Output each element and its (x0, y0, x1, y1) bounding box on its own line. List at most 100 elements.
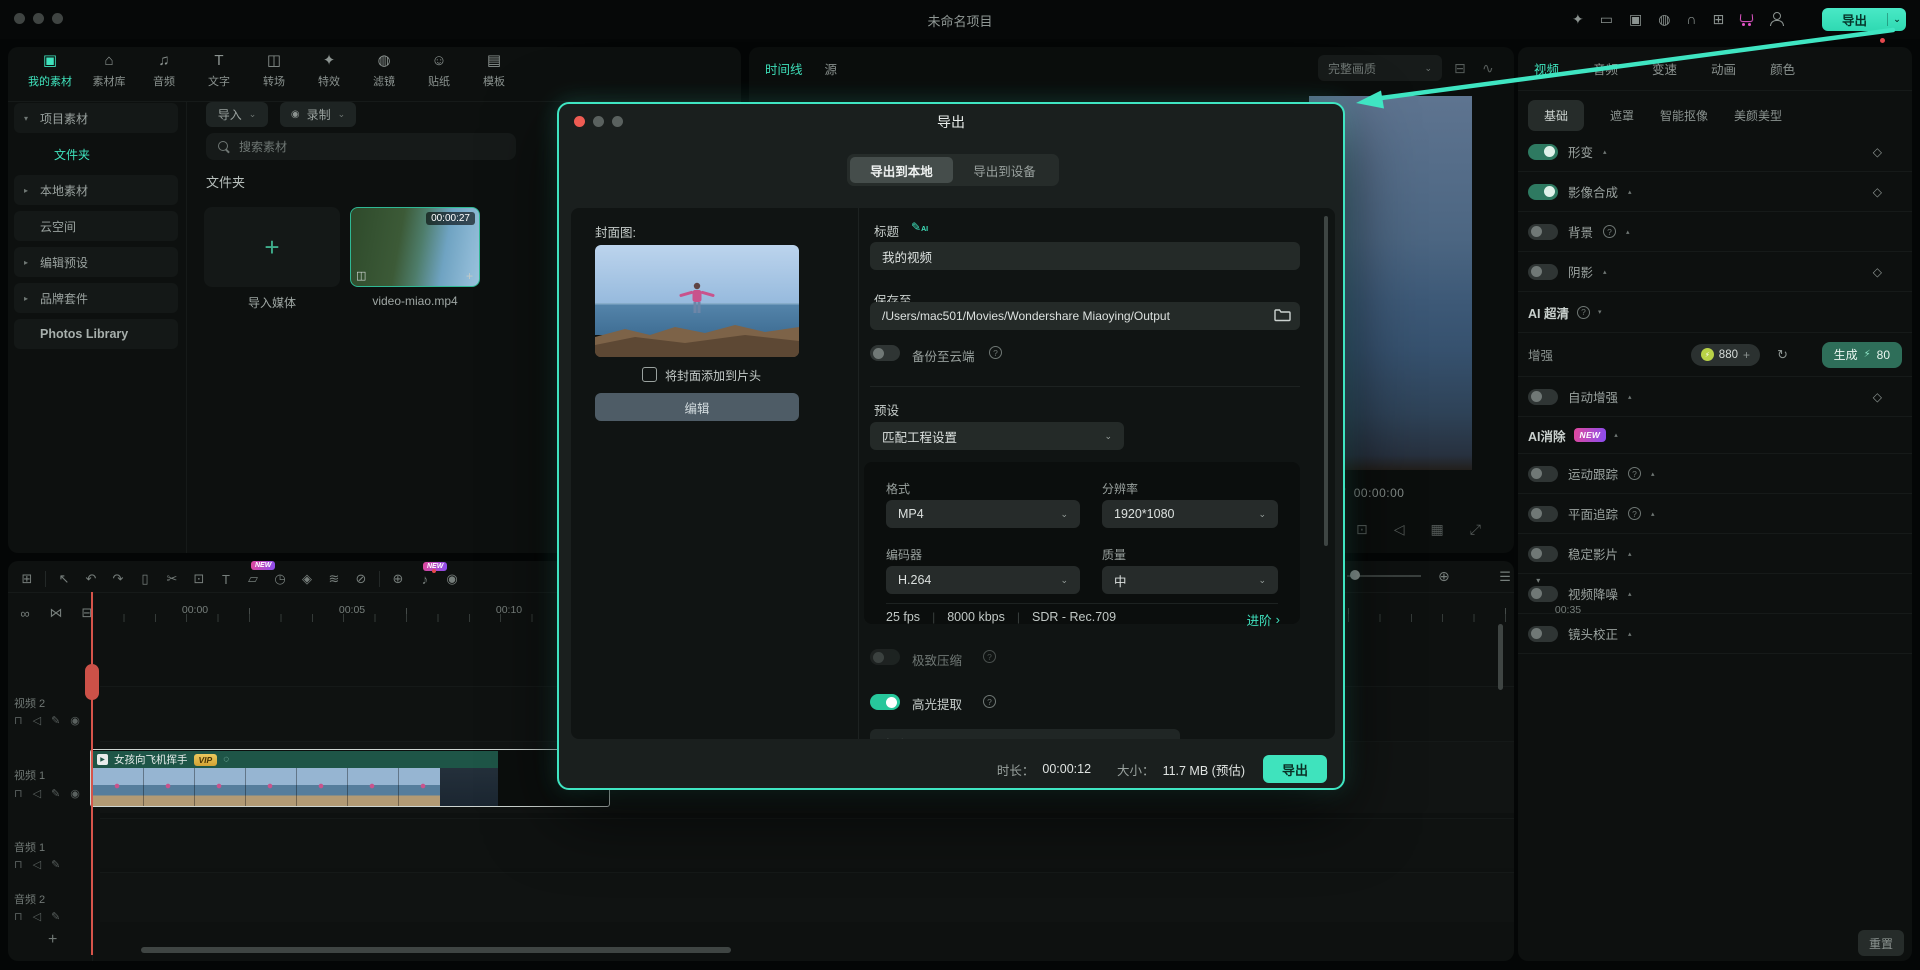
fullscreen-icon[interactable]: ⤢ (1470, 521, 1481, 538)
media-tab[interactable]: ♫ 音频 (146, 53, 182, 89)
import-button[interactable]: 导入⌄ (206, 102, 268, 127)
sidebar-item[interactable]: ▸ 编辑预设 (14, 247, 178, 277)
add-to-timeline-icon[interactable]: + (466, 269, 473, 283)
delete-icon[interactable]: ▯ (136, 571, 154, 587)
toggle[interactable] (1528, 389, 1558, 405)
media-tab[interactable]: ⌂ 素材库 (91, 53, 127, 89)
export-button[interactable]: 导出 ⌄ (1822, 8, 1906, 31)
add-track-icon[interactable]: ⊕ (389, 571, 407, 587)
format-dropdown[interactable]: MP4⌄ (886, 500, 1080, 528)
sidebar-item[interactable]: 云空间 (14, 211, 178, 241)
media-tab[interactable]: ▤ 模板 (476, 53, 512, 89)
highlight-extract-toggle[interactable] (870, 694, 900, 710)
export-dropdown-chevron-icon[interactable]: ⌄ (1888, 14, 1906, 25)
toggle[interactable] (1528, 546, 1558, 562)
toggle[interactable] (1528, 466, 1558, 482)
layout-grid-icon[interactable]: ⊟ (1454, 60, 1466, 77)
lock-icon[interactable]: ⊓ (14, 858, 23, 871)
help-icon[interactable]: ? (983, 695, 996, 708)
add-track-plus-icon[interactable]: + (48, 931, 57, 949)
media-tab[interactable]: ☺ 贴纸 (421, 53, 457, 89)
ai-effects-icon[interactable]: ✦ (1572, 12, 1584, 26)
redo-icon[interactable]: ↷ (109, 571, 127, 587)
apps-grid-icon[interactable]: ⊞ (1712, 12, 1724, 26)
media-tab[interactable]: ▣ 我的素材 (28, 53, 72, 89)
search-input[interactable] (239, 140, 439, 154)
quality-dropdown[interactable]: 中⌄ (1102, 566, 1278, 594)
collapse-icon[interactable]: ▴ (1628, 550, 1632, 558)
visibility-eye-icon[interactable]: ◉ (70, 714, 80, 727)
search-box[interactable] (206, 133, 516, 160)
scopes-icon[interactable]: ∿ (1482, 60, 1494, 77)
help-icon[interactable]: ? (1603, 225, 1616, 238)
keyframe-diamond-icon[interactable]: ◇ (1873, 390, 1882, 404)
toggle[interactable] (1528, 224, 1558, 240)
split-scissors-icon[interactable]: ✂ (163, 571, 181, 587)
ai-pencil-icon[interactable]: ✎AI (911, 220, 928, 234)
sidebar-item[interactable]: 文件夹 (14, 139, 178, 169)
sidebar-item[interactable]: ▸ 品牌套件 (14, 283, 178, 313)
sticker-icon[interactable]: ▱NEW (244, 571, 262, 587)
zoom-in-icon[interactable]: ⊕ (1438, 568, 1450, 584)
visibility-eye-icon[interactable]: ◉ (70, 787, 80, 800)
track-tool-icon[interactable]: ✎ (51, 910, 60, 923)
cover-intro-checkbox[interactable] (642, 367, 657, 382)
toggle[interactable] (1528, 506, 1558, 522)
toolbox-icon[interactable]: ⊞ (18, 571, 36, 587)
help-icon[interactable]: ? (989, 346, 1002, 359)
collapse-icon[interactable]: ▴ (1651, 510, 1655, 518)
track-tool-icon[interactable]: ✎ (51, 858, 60, 871)
dialog-export-button[interactable]: 导出 (1263, 755, 1327, 783)
undo-icon[interactable]: ↶ (82, 571, 100, 587)
tab-export-local[interactable]: 导出到本地 (850, 157, 953, 183)
collapse-icon[interactable]: ▴ (1628, 393, 1632, 401)
horizontal-scrollbar[interactable] (141, 947, 731, 953)
crop-icon[interactable]: ⊡ (190, 571, 208, 587)
expand-icon[interactable]: ▾ (1598, 308, 1602, 316)
inspector-subtab[interactable]: 智能抠像 (1660, 107, 1708, 124)
mute-speaker-icon[interactable]: ◁ (33, 714, 41, 727)
sidebar-item[interactable]: ▾ 项目素材 (14, 103, 178, 133)
lock-icon[interactable]: ⊓ (14, 910, 23, 923)
lock-icon[interactable]: ⊓ (14, 787, 23, 800)
select-cursor-icon[interactable]: ↖ (55, 571, 73, 587)
inspector-tab[interactable]: 视频 (1534, 59, 1559, 78)
help-icon[interactable]: ? (1628, 467, 1641, 480)
sidebar-item[interactable]: ▸ 本地素材 (14, 175, 178, 205)
speed-clock-icon[interactable]: ◷ (271, 571, 289, 587)
preset-dropdown[interactable]: 匹配工程设置⌄ (870, 422, 1124, 450)
browse-folder-icon[interactable] (1274, 307, 1291, 327)
sidebar-item[interactable]: Photos Library (14, 319, 178, 349)
clipped-option-field[interactable]: 自动 (870, 729, 1180, 739)
keyframe-diamond-icon[interactable]: ◇ (1873, 145, 1882, 159)
player-view-tab[interactable]: 时间线 (765, 59, 803, 78)
store-cart-icon[interactable] (1739, 13, 1754, 26)
toggle[interactable] (1528, 144, 1558, 160)
refresh-icon[interactable]: ↻ (1777, 347, 1788, 363)
cover-image[interactable] (595, 245, 799, 357)
resolution-dropdown[interactable]: 1920*1080⌄ (1102, 500, 1278, 528)
audio-track-2-lane[interactable] (100, 872, 1514, 922)
lock-icon[interactable]: ⊓ (14, 714, 23, 727)
playhead-handle[interactable] (85, 664, 99, 700)
save-project-icon[interactable]: ▣ (1629, 12, 1642, 26)
snapshot-icon[interactable]: ⊡ (1356, 521, 1368, 538)
dialog-scrollbar[interactable] (1324, 216, 1328, 546)
media-tab[interactable]: ◫ 转场 (256, 53, 292, 89)
playhead-line[interactable] (91, 592, 93, 955)
volume-icon[interactable]: ◁ (1394, 521, 1405, 538)
audio-wave-icon[interactable]: ≋ (325, 571, 343, 587)
media-tab[interactable]: T 文字 (201, 53, 237, 89)
link-insert-icon[interactable]: ⋈ (47, 605, 65, 621)
media-tab[interactable]: ✦ 特效 (311, 53, 347, 89)
auto-link-icon[interactable]: ∞ (16, 606, 34, 621)
media-clip-thumbnail[interactable]: 00:00:27 ◫ + (350, 207, 480, 287)
mute-speaker-icon[interactable]: ◁ (33, 787, 41, 800)
toggle[interactable] (1528, 626, 1558, 642)
collapse-icon[interactable]: ▴ (1651, 470, 1655, 478)
mute-speaker-icon[interactable]: ◁ (33, 910, 41, 923)
collapse-icon[interactable]: ▴ (1603, 268, 1607, 276)
encoder-dropdown[interactable]: H.264⌄ (886, 566, 1080, 594)
inspector-tab[interactable]: 颜色 (1770, 59, 1795, 78)
player-view-tab[interactable]: 源 (825, 59, 838, 78)
